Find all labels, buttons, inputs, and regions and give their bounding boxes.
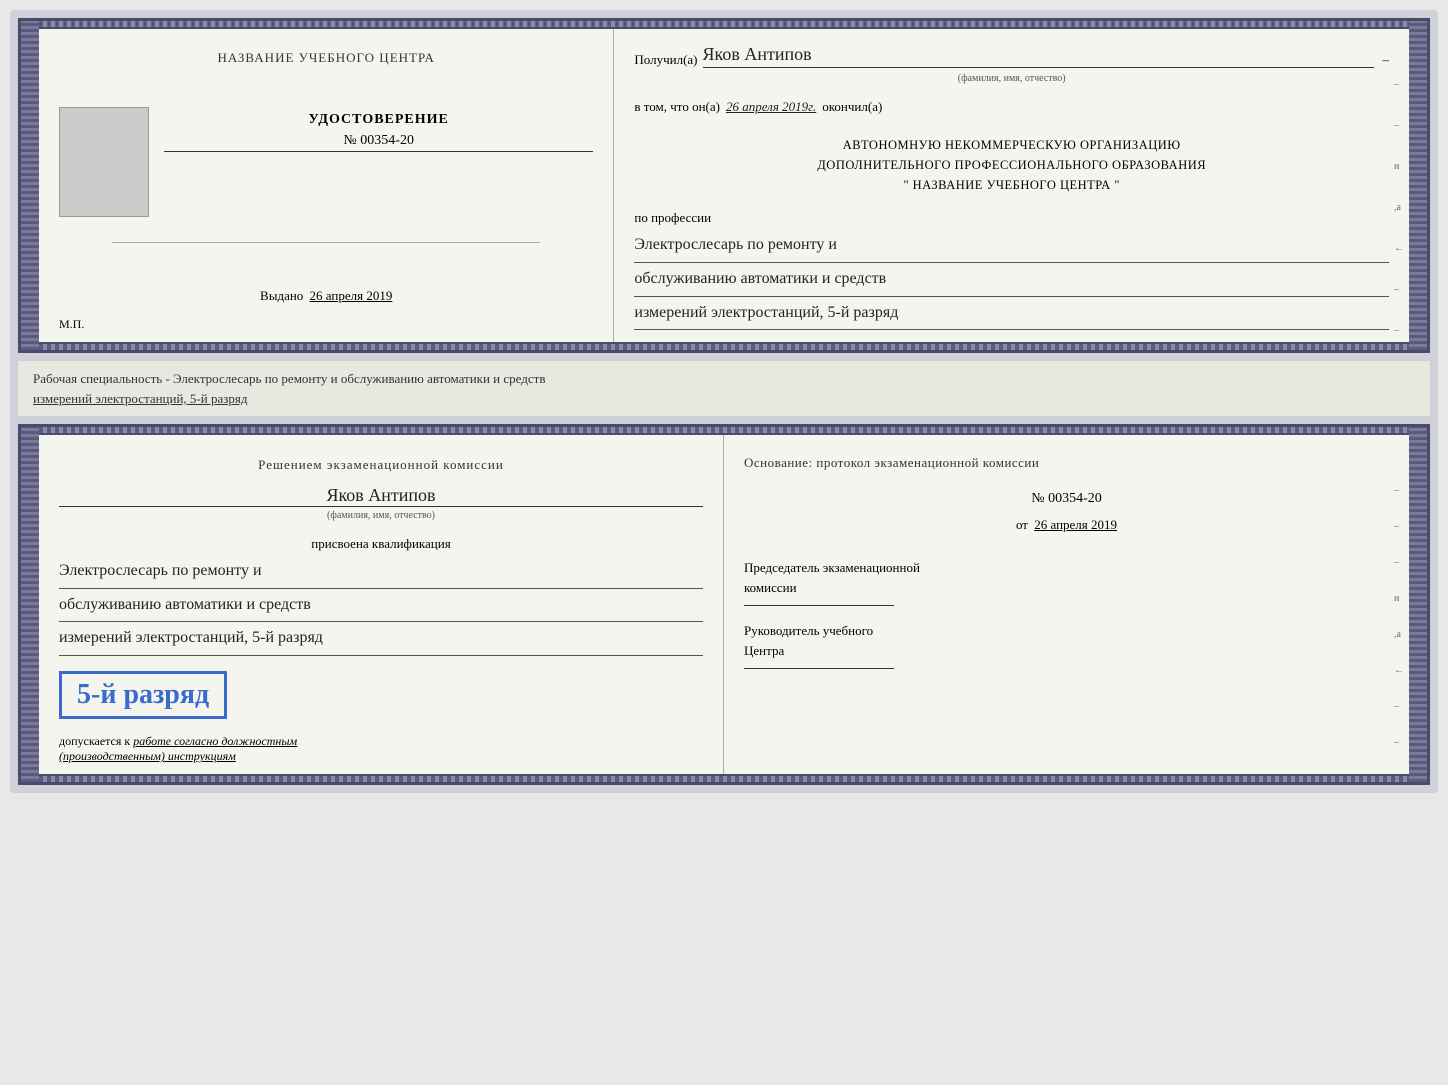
rukovoditel-title: Руководитель учебного (744, 623, 873, 638)
bottom-document: Решением экзаменационной комиссии Яков А… (18, 424, 1430, 785)
dopuskaetsya-label: допускается к (59, 734, 130, 748)
bmark2: – (1394, 521, 1404, 532)
bottom-doc-inner: Решением экзаменационной комиссии Яков А… (39, 435, 1409, 774)
fio-subtitle-top: (фамилия, имя, отчество) (634, 73, 1389, 84)
bottom-right-panel: Основание: протокол экзаменационной коми… (724, 435, 1409, 774)
predsedatel-subtitle: комиссии (744, 580, 797, 595)
profession-line2: обслуживанию автоматики и средств (634, 265, 1389, 297)
top-document: НАЗВАНИЕ УЧЕБНОГО ЦЕНТРА УДОСТОВЕРЕНИЕ №… (18, 18, 1430, 353)
razryad-badge: 5-й разряд (59, 671, 227, 719)
profession-line1: Электрослесарь по ремонту и (634, 231, 1389, 263)
middle-line1: Рабочая специальность - Электрослесарь п… (33, 371, 545, 386)
vtom-date: 26 апреля 2019г. (726, 99, 816, 115)
rukovoditel-block: Руководитель учебного Центра (744, 621, 1389, 669)
bmark1: – (1394, 485, 1404, 496)
resheniem-title: Решением экзаменационной комиссии (59, 455, 703, 475)
top-doc-inner: НАЗВАНИЕ УЧЕБНОГО ЦЕНТРА УДОСТОВЕРЕНИЕ №… (39, 29, 1409, 342)
page-wrapper: НАЗВАНИЕ УЧЕБНОГО ЦЕНТРА УДОСТОВЕРЕНИЕ №… (10, 10, 1438, 793)
vydano-label: Выдано (260, 288, 303, 303)
profession-block-bottom: Электрослесарь по ремонту и обслуживанию… (59, 557, 703, 656)
predsedatel-signature-line (744, 605, 894, 606)
b-profession-line2: обслуживанию автоматики и средств (59, 591, 703, 623)
recipient-name: Яков Антипов (703, 44, 1375, 68)
recipient-name-bottom: Яков Антипов (59, 485, 703, 507)
osnovanie-label: Основание: протокол экзаменационной коми… (744, 455, 1389, 471)
quote-close: " (1114, 178, 1120, 192)
mark7: – (1394, 325, 1404, 336)
po-professii: по профессии (634, 210, 1389, 226)
spine-right-bottom (1409, 427, 1427, 782)
right-side-marks-bottom: – – – и ,а ← – – – – (1394, 485, 1404, 785)
bottom-bar (39, 342, 1409, 350)
bmark7: – (1394, 701, 1404, 712)
b-profession-line3: измерений электростанций, 5-й разряд (59, 624, 703, 656)
predsedatel-block: Председатель экзаменационной комиссии (744, 558, 1389, 606)
vtom-row: в том, что он(а) 26 апреля 2019г. окончи… (634, 99, 1389, 115)
mark1: – (1394, 79, 1404, 90)
org-line1: АВТОНОМНУЮ НЕКОММЕРЧЕСКУЮ ОРГАНИЗАЦИЮ (634, 135, 1389, 155)
fio-subtitle-bottom: (фамилия, имя, отчество) (59, 510, 703, 521)
predsedatel-title: Председатель экзаменационной (744, 560, 920, 575)
bmark6: ← (1394, 665, 1404, 676)
ot-label: от (1016, 517, 1028, 532)
top-left-panel: НАЗВАНИЕ УЧЕБНОГО ЦЕНТРА УДОСТОВЕРЕНИЕ №… (39, 29, 614, 342)
middle-text: Рабочая специальность - Электрослесарь п… (18, 361, 1430, 416)
dopuskaetsya-block: допускается к работе согласно должностны… (59, 734, 703, 764)
ot-date-value: 26 апреля 2019 (1034, 517, 1117, 532)
poluchil-label: Получил(а) (634, 52, 697, 68)
top-right-panel: Получил(а) Яков Антипов – (фамилия, имя,… (614, 29, 1409, 342)
prisvoena-label: присвоена квалификация (59, 536, 703, 552)
profession-block: Электрослесарь по ремонту и обслуживанию… (634, 231, 1389, 330)
mark2: – (1394, 120, 1404, 131)
mp-label: М.П. (59, 317, 84, 332)
bottom-bar-bottom (39, 774, 1409, 782)
bottom-left-panel: Решением экзаменационной комиссии Яков А… (39, 435, 724, 774)
spine-left-bottom (21, 427, 39, 782)
mark3: и (1394, 161, 1404, 172)
org-line2: ДОПОЛНИТЕЛЬНОГО ПРОФЕССИОНАЛЬНОГО ОБРАЗО… (634, 155, 1389, 175)
bmark5: ,а (1394, 629, 1404, 640)
b-profession-line1: Электрослесарь по ремонту и (59, 557, 703, 589)
udostoverenie-block: УДОСТОВЕРЕНИЕ № 00354-20 (164, 112, 593, 152)
bmark3: – (1394, 557, 1404, 568)
spine-right (1409, 21, 1427, 350)
vydano-date: 26 апреля 2019 (310, 288, 393, 303)
spine-left (21, 21, 39, 350)
mark4: ,а (1394, 202, 1404, 213)
vydano-line: Выдано 26 апреля 2019 (260, 288, 392, 304)
dopuskaetsya-text: работе согласно должностным (133, 734, 297, 748)
rukovoditel-signature-line (744, 668, 894, 669)
bmark9: – (1394, 773, 1404, 784)
quote-open: " (903, 178, 909, 192)
vtom-label: в том, что он(а) (634, 99, 720, 115)
right-side-marks-top: – – и ,а ← – – (1394, 79, 1404, 336)
rukovoditel-subtitle: Центра (744, 643, 784, 658)
name-row-bottom: Яков Антипов (фамилия, имя, отчество) (59, 485, 703, 521)
top-bar-bottom (39, 427, 1409, 435)
org-center-name: " НАЗВАНИЕ УЧЕБНОГО ЦЕНТРА " (634, 175, 1389, 195)
okonchil-label: окончил(а) (822, 99, 882, 115)
top-bar (39, 21, 1409, 29)
ot-date-row: от 26 апреля 2019 (744, 517, 1389, 533)
poluchil-row: Получил(а) Яков Антипов – (634, 44, 1389, 68)
org-block: АВТОНОМНУЮ НЕКОММЕРЧЕСКУЮ ОРГАНИЗАЦИЮ ДО… (634, 135, 1389, 195)
mark5: ← (1394, 243, 1404, 254)
photo-placeholder (59, 107, 149, 217)
resheniem-label: Решением экзаменационной комиссии (258, 457, 504, 472)
mark6: – (1394, 284, 1404, 295)
center-name-label: НАЗВАНИЕ УЧЕБНОГО ЦЕНТРА (217, 49, 434, 67)
separator-line (112, 242, 540, 243)
protocol-number: № 00354-20 (744, 491, 1389, 507)
org-name: НАЗВАНИЕ УЧЕБНОГО ЦЕНТРА (913, 178, 1111, 192)
cert-title: УДОСТОВЕРЕНИЕ (164, 112, 593, 128)
dash1: – (1382, 52, 1389, 68)
bmark4: и (1394, 593, 1404, 604)
profession-line3: измерений электростанций, 5-й разряд (634, 299, 1389, 331)
bmark8: – (1394, 737, 1404, 748)
middle-line2: измерений электростанций, 5-й разряд (33, 391, 247, 406)
cert-number: № 00354-20 (164, 133, 593, 152)
dopuskaetsya-text2: (производственным) инструкциям (59, 749, 236, 763)
razryad-wrapper: 5-й разряд (59, 661, 703, 729)
